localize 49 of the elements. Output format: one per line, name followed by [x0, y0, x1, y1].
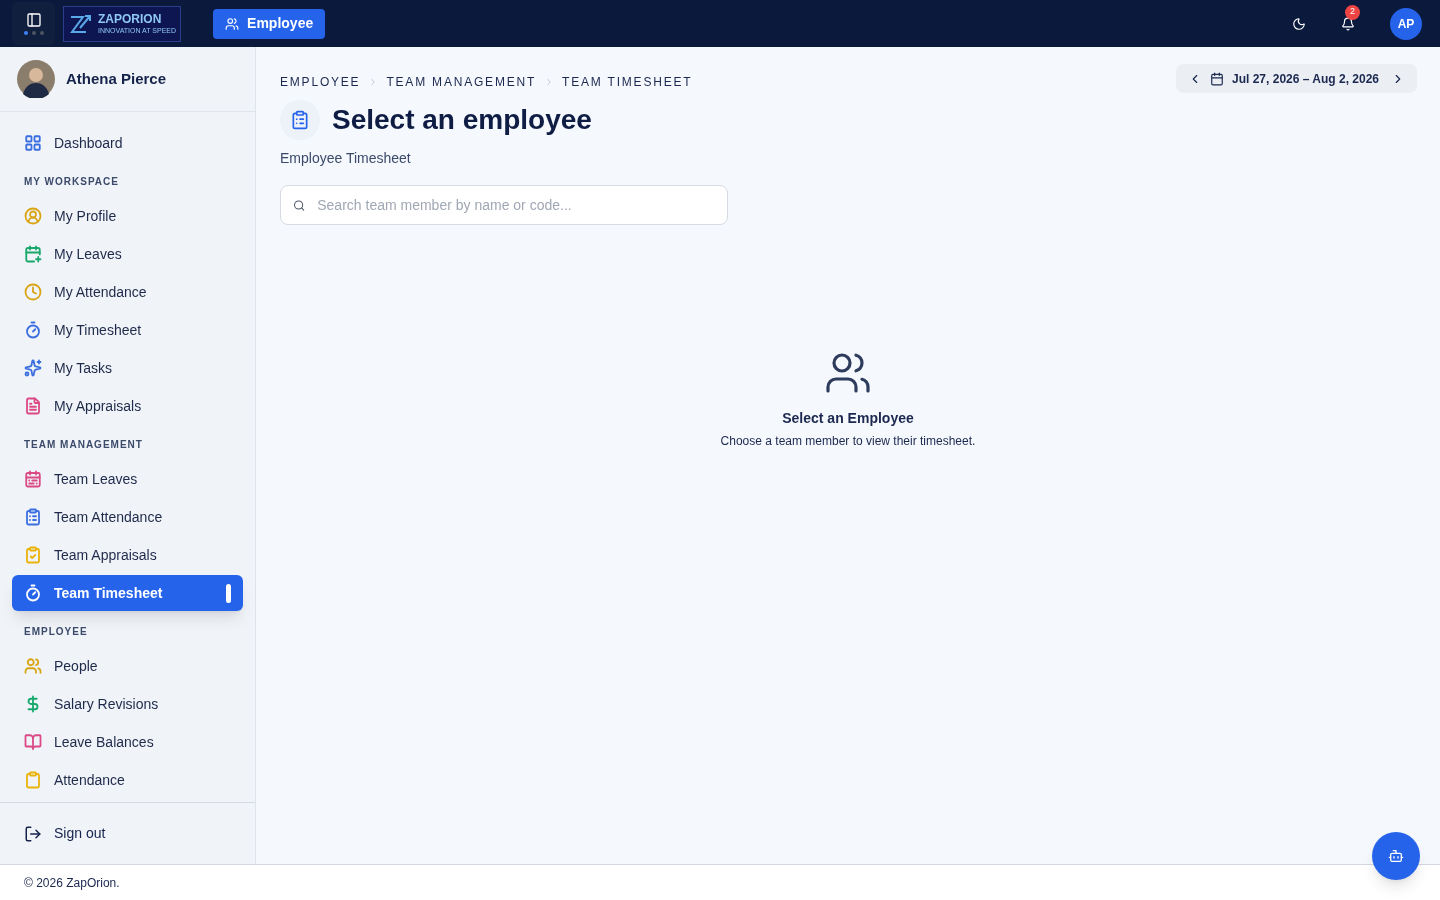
- calendar-icon: [1210, 71, 1224, 86]
- notification-count: 2: [1345, 4, 1360, 20]
- clipboard-list-icon: [290, 110, 310, 130]
- sidebar-item[interactable]: Dashboard: [12, 124, 243, 162]
- sidebar-item[interactable]: Salary Revisions: [12, 685, 243, 723]
- sidebar-item[interactable]: My Timesheet: [12, 311, 243, 349]
- search-icon: [293, 198, 306, 212]
- search-input[interactable]: Search team member by name or code...: [317, 194, 715, 216]
- breadcrumb-item[interactable]: TEAM MANAGEMENT: [386, 73, 537, 91]
- page-title: Select an employee: [332, 103, 592, 137]
- section-heading: MY WORKSPACE: [23, 175, 120, 189]
- sidebar-item[interactable]: People: [12, 647, 243, 685]
- sidebar-item[interactable]: Team Appraisals: [12, 536, 243, 574]
- robot-icon: [1388, 848, 1404, 864]
- users-icon: [225, 16, 240, 31]
- section-heading: TEAM MANAGEMENT: [23, 438, 144, 452]
- sidebar-item[interactable]: My Appraisals: [12, 387, 243, 425]
- logo-text: ZAPORION: [98, 13, 163, 25]
- assistant-button[interactable]: [1372, 832, 1420, 880]
- user-name: Athena Pierce: [66, 68, 167, 89]
- notifications-icon[interactable]: [1341, 16, 1355, 31]
- sidebar-item[interactable]: Attendance: [12, 761, 243, 799]
- active-indicator: [226, 584, 231, 603]
- sidebar-item[interactable]: Team Attendance: [12, 498, 243, 536]
- sidebar-item[interactable]: My Profile: [12, 197, 243, 235]
- sidebar-toggle[interactable]: [12, 2, 55, 45]
- panel-icon: [25, 12, 42, 28]
- module-button[interactable]: Employee: [213, 8, 326, 39]
- date-range-picker[interactable]: Jul 27, 2026 – Aug 2, 2026: [1176, 64, 1417, 93]
- user-avatar[interactable]: AP: [1390, 7, 1422, 40]
- breadcrumb-item: TEAM TIMESHEET: [562, 74, 693, 91]
- theme-toggle-icon[interactable]: [1292, 16, 1306, 31]
- profile-avatar: [17, 60, 55, 98]
- date-range: Jul 27, 2026 – Aug 2, 2026: [1232, 70, 1379, 88]
- sidebar-item[interactable]: My Attendance: [12, 273, 243, 311]
- sidebar-item[interactable]: My Tasks: [12, 349, 243, 387]
- sign-out-icon: [24, 824, 42, 843]
- copyright-text: © 2026 ZapOrion.: [24, 874, 120, 892]
- section-heading: EMPLOYEE: [23, 625, 89, 639]
- sidebar-item[interactable]: Team Timesheet: [12, 575, 243, 611]
- page-subtitle: Employee Timesheet: [280, 149, 412, 168]
- sign-out-item[interactable]: Sign out: [12, 823, 118, 844]
- empty-state-message: Choose a team member to view their timesheet.: [720, 433, 976, 450]
- sidebar-item[interactable]: Leave Balances: [12, 723, 243, 761]
- search-field[interactable]: Search team member by name or code...: [280, 185, 728, 225]
- sidebar-item[interactable]: My Leaves: [12, 235, 243, 273]
- empty-state-title: Select an Employee: [782, 409, 914, 428]
- breadcrumb-item[interactable]: EMPLOYEE: [280, 73, 361, 91]
- sidebar-item[interactable]: Team Leaves: [12, 460, 243, 498]
